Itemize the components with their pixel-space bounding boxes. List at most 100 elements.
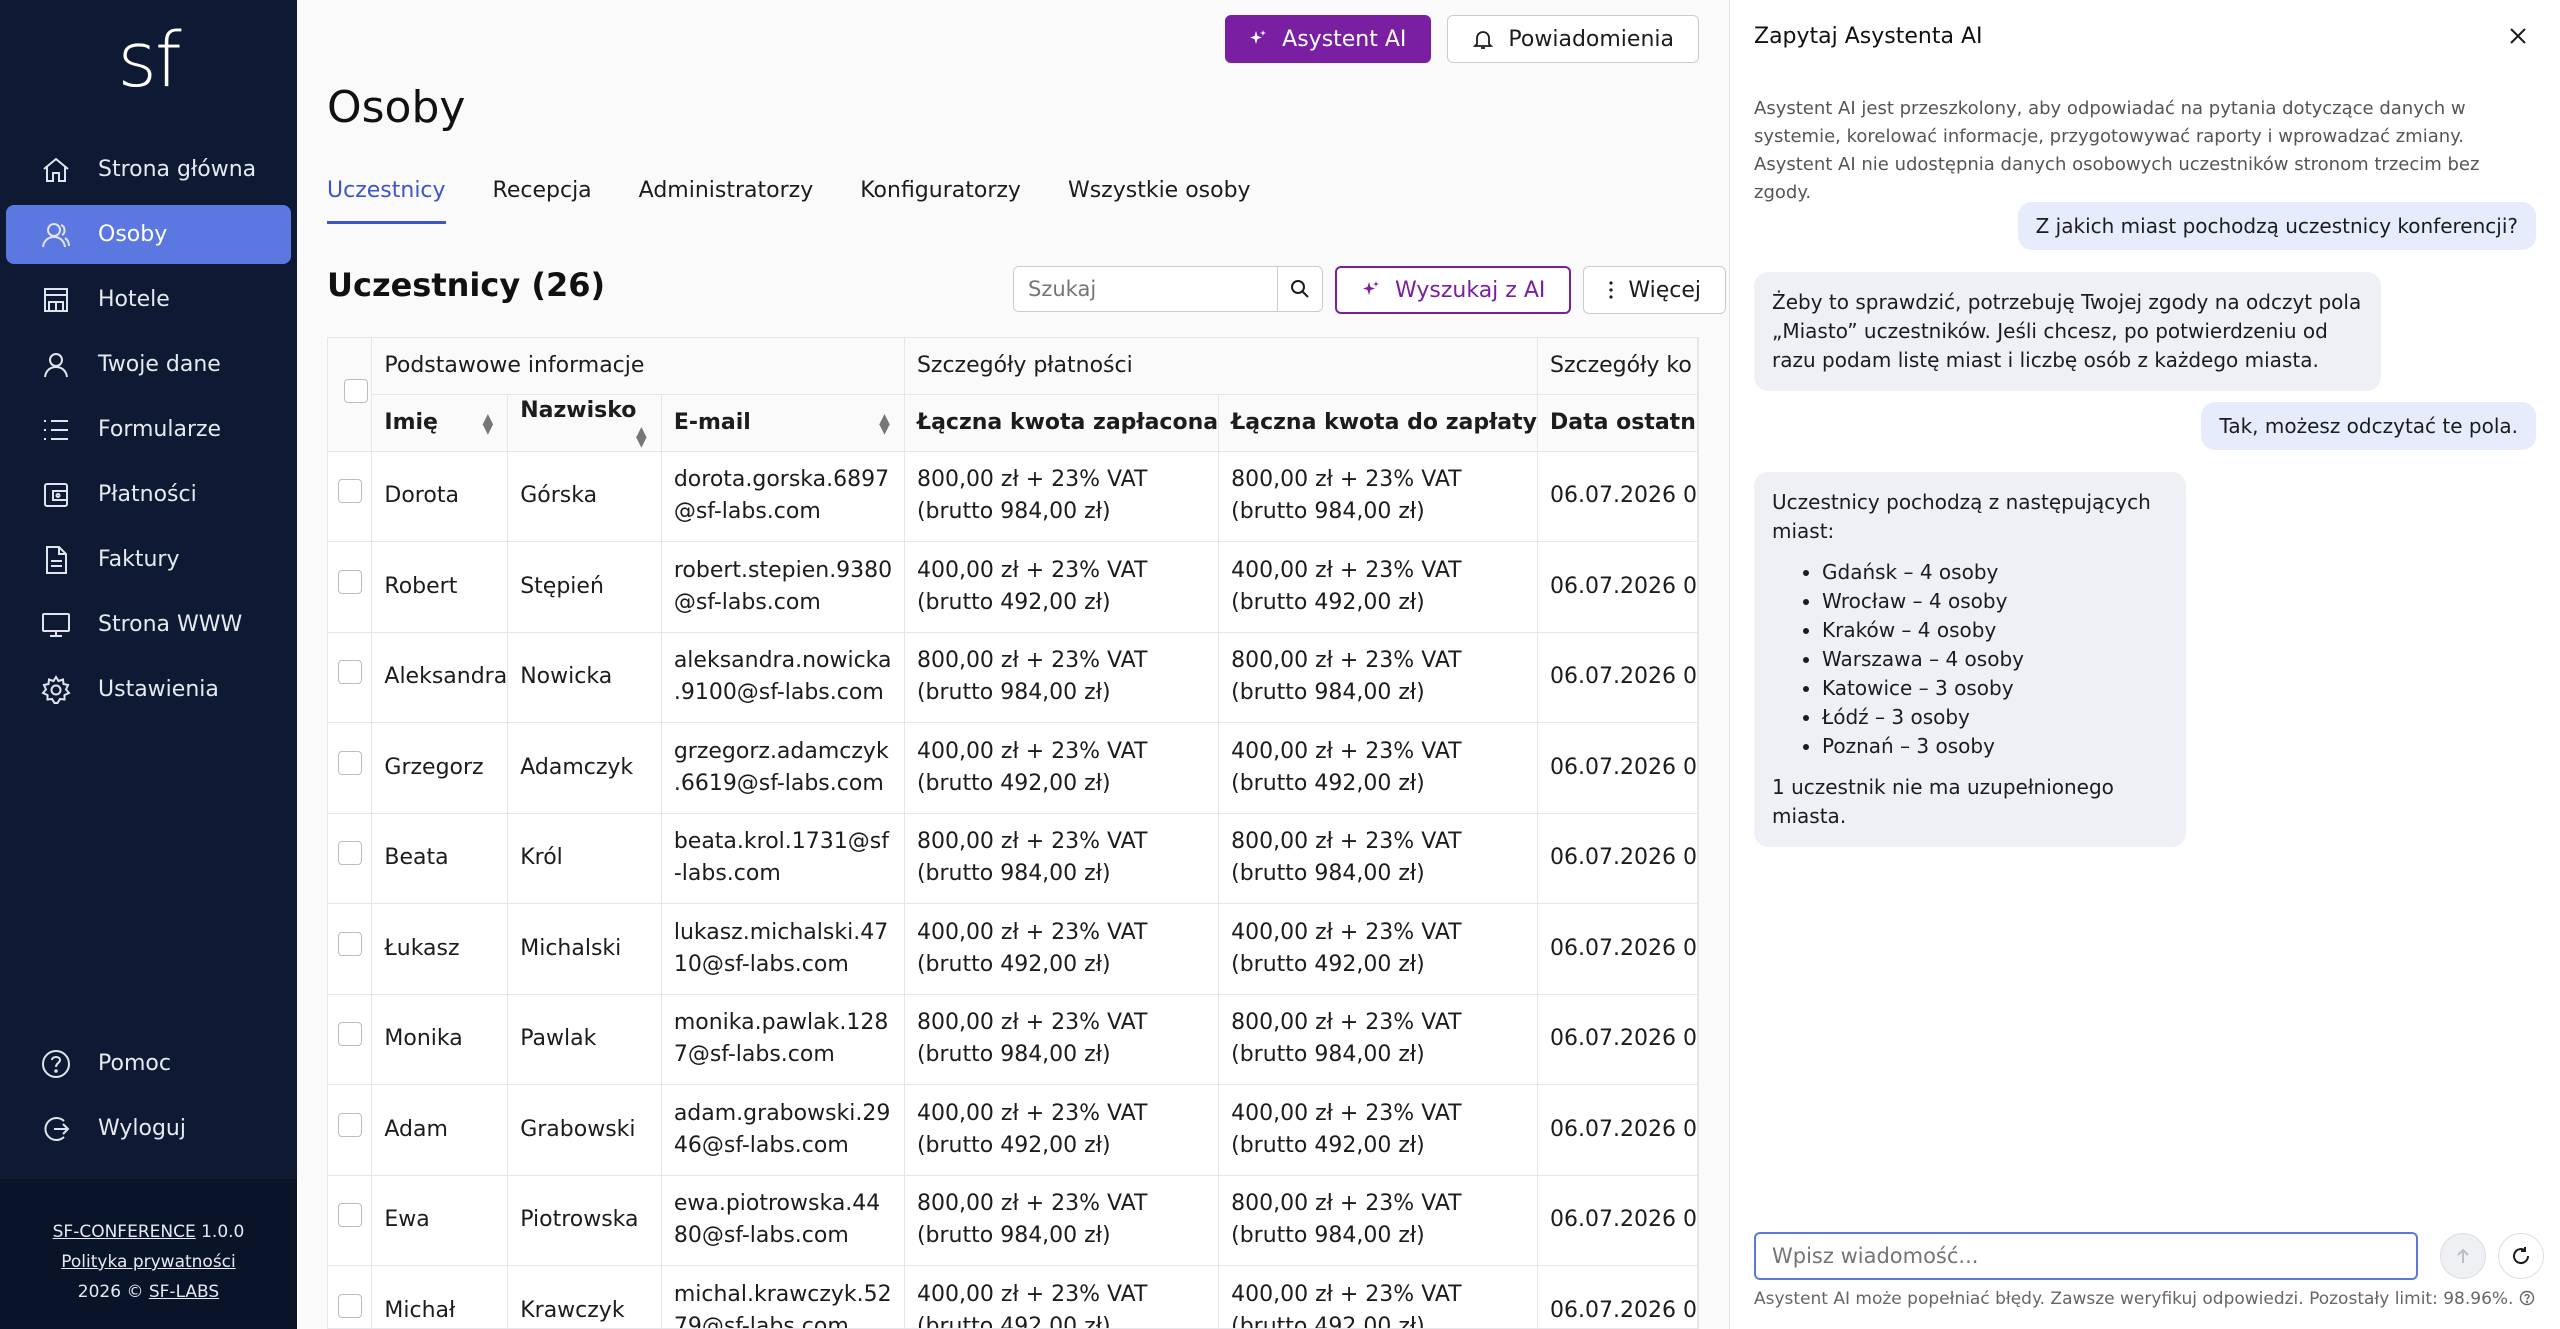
chat-message-input[interactable] [1754, 1232, 2418, 1280]
privacy-policy-link[interactable]: Polityka prywatności [61, 1252, 236, 1272]
help-icon [42, 1049, 70, 1078]
column-header-first-name[interactable]: Imię ▲ ▼ [371, 394, 509, 452]
cell-last-date: 06.07.2026 0 [1537, 994, 1698, 1085]
column-header-last-name[interactable]: Nazwisko ▲ ▼ [507, 394, 662, 452]
row-checkbox[interactable] [337, 569, 362, 594]
cell-last-date: 06.07.2026 0 [1537, 722, 1698, 814]
cell-total-due: 800,00 zł + 23% VAT (brutto 984,00 zł) [1218, 813, 1538, 904]
cell-email: ewa.piotrowska.4480@sf-labs.com [661, 1175, 905, 1266]
cell-total-due: 400,00 zł + 23% VAT (brutto 492,00 zł) [1218, 903, 1538, 995]
row-checkbox[interactable] [337, 931, 362, 956]
company-link[interactable]: SF-LABS [149, 1282, 219, 1302]
sidebar-item-hotels[interactable]: Hotele [6, 270, 291, 329]
cell-total-paid: 400,00 zł + 23% VAT (brutto 492,00 zł) [904, 1265, 1220, 1328]
sidebar-item-your-data[interactable]: Twoje dane [6, 335, 291, 394]
cell-last-name: Piotrowska [507, 1175, 662, 1266]
table-row[interactable]: Grzegorz Adamczyk grzegorz.adamczyk.6619@s… [328, 722, 1698, 814]
cell-last-name: Nowicka [507, 632, 662, 723]
sidebar-item-home[interactable]: Strona główna [6, 140, 291, 199]
cell-total-due: 400,00 zł + 23% VAT (brutto 492,00 zł) [1218, 722, 1538, 814]
sidebar-item-settings[interactable]: Ustawienia [6, 660, 291, 719]
section-title: Uczestnicy (26) [327, 266, 606, 304]
ai-search-button[interactable]: Wyszukaj z AI [1335, 266, 1572, 314]
table-row[interactable]: Monika Pawlak monika.pawlak.1287@sf-labs.c… [328, 994, 1698, 1085]
sidebar-item-label: Twoje dane [98, 352, 221, 377]
cell-email: michal.krawczyk.5279@sf-labs.com [661, 1265, 905, 1328]
row-checkbox-cell [328, 451, 373, 542]
row-checkbox[interactable] [337, 1112, 362, 1137]
table-row[interactable]: Beata Król beata.krol.1731@sf-labs.com 800,… [328, 813, 1698, 904]
app-logo[interactable]: sf [0, 22, 297, 98]
cell-total-due: 400,00 zł + 23% VAT (brutto 492,00 zł) [1218, 1265, 1538, 1328]
table-row[interactable]: Michał Krawczyk michal.krawczyk.5279@sf-la… [328, 1265, 1698, 1328]
sort-icon[interactable]: ▲ ▼ [482, 412, 493, 436]
notifications-button[interactable]: Powiadomienia [1447, 15, 1699, 63]
panel-description: Asystent AI jest przeszkolony, aby odpow… [1754, 98, 2480, 203]
sidebar-item-invoices[interactable]: Faktury [6, 530, 291, 589]
row-checkbox[interactable] [337, 1293, 362, 1318]
tab-reception[interactable]: Recepcja [493, 178, 592, 224]
cell-last-date: 06.07.2026 0 [1537, 541, 1698, 633]
row-checkbox[interactable] [337, 479, 362, 504]
cell-email: grzegorz.adamczyk.6619@sf-labs.com [661, 722, 905, 814]
table-row[interactable]: Ewa Piotrowska ewa.piotrowska.4480@sf-labs… [328, 1175, 1698, 1266]
row-checkbox-cell [328, 813, 373, 904]
search-button[interactable] [1277, 266, 1323, 312]
sidebar-item-logout[interactable]: Wyloguj [6, 1099, 291, 1158]
cell-total-due: 800,00 zł + 23% VAT (brutto 984,00 zł) [1218, 632, 1538, 723]
row-checkbox[interactable] [337, 660, 362, 685]
table-row[interactable]: Dorota Górska dorota.gorska.6897@sf-labs.c… [328, 451, 1698, 542]
sidebar-item-forms[interactable]: Formularze [6, 400, 291, 459]
monitor-icon [42, 612, 70, 637]
ai-assistant-button[interactable]: Asystent AI [1225, 15, 1432, 63]
reset-chat-button[interactable] [2498, 1233, 2544, 1279]
app-name-link[interactable]: SF-CONFERENCE [53, 1222, 196, 1242]
cell-total-paid: 400,00 zł + 23% VAT (brutto 492,00 zł) [904, 1084, 1220, 1176]
city-list-item: Katowice – 3 osoby [1822, 674, 2168, 703]
row-checkbox[interactable] [337, 1203, 362, 1228]
sidebar-item-label: Płatności [98, 482, 197, 507]
send-button[interactable] [2440, 1233, 2486, 1279]
sort-icon[interactable]: ▲ ▼ [879, 412, 890, 436]
sort-icon[interactable]: ▲ ▼ [636, 425, 647, 449]
cell-last-date: 06.07.2026 0 [1537, 1265, 1698, 1328]
participants-table-wrap[interactable]: Podstawowe informacje Szczegóły płatnośc… [327, 337, 1699, 1329]
user-message: Z jakich miast pochodzą uczestnicy konfe… [2017, 202, 2536, 250]
row-checkbox[interactable] [337, 750, 362, 775]
table-row[interactable]: Adam Grabowski adam.grabowski.2946@sf-labs… [328, 1084, 1698, 1176]
ai-message: Żeby to sprawdzić, potrzebuję Twojej zgo… [1754, 272, 2381, 391]
row-checkbox-cell [328, 1265, 373, 1328]
refresh-icon [2513, 1247, 2530, 1265]
table-row[interactable]: Aleksandra Nowicka aleksandra.nowicka.9100… [328, 632, 1698, 723]
table-row[interactable]: Robert Stępień robert.stepien.9380@sf-labs… [328, 541, 1698, 633]
select-all-checkbox[interactable] [343, 379, 368, 404]
cell-total-paid: 400,00 zł + 23% VAT (brutto 492,00 zł) [904, 541, 1220, 633]
search-input[interactable] [1013, 266, 1277, 312]
table-row[interactable]: Łukasz Michalski lukasz.michalski.4710@sf-… [328, 903, 1698, 995]
hotel-icon [44, 287, 68, 312]
row-checkbox[interactable] [337, 841, 362, 866]
cell-first-name: Beata [371, 813, 509, 904]
sidebar-item-help[interactable]: Pomoc [6, 1034, 291, 1093]
cell-total-due: 800,00 zł + 23% VAT (brutto 984,00 zł) [1218, 451, 1538, 542]
topbar: Asystent AI Powiadomienia [1225, 15, 1699, 63]
row-checkbox[interactable] [337, 1022, 362, 1047]
tab-participants[interactable]: Uczestnicy [327, 178, 446, 224]
wallet-icon [44, 482, 68, 507]
select-all-cell [328, 338, 373, 452]
help-icon[interactable] [2519, 1290, 2535, 1306]
close-icon[interactable] [2506, 24, 2530, 48]
people-icon [42, 222, 70, 247]
tab-all-people[interactable]: Wszystkie osoby [1068, 178, 1251, 224]
sidebar-item-people[interactable]: Osoby [6, 205, 291, 264]
cell-last-date: 06.07.2026 0 [1537, 903, 1698, 995]
column-header-total-due: Łączna kwota do zapłaty [1218, 394, 1538, 452]
sidebar-item-website[interactable]: Strona WWW [6, 595, 291, 654]
city-list-item: Kraków – 4 osoby [1822, 616, 2168, 645]
sidebar-item-payments[interactable]: Płatności [6, 465, 291, 524]
column-header-email[interactable]: E-mail ▲ ▼ [661, 394, 905, 452]
cell-email: adam.grabowski.2946@sf-labs.com [661, 1084, 905, 1176]
more-button[interactable]: Więcej [1583, 266, 1727, 314]
tab-configurators[interactable]: Konfiguratorzy [860, 178, 1021, 224]
tab-administrators[interactable]: Administratorzy [639, 178, 814, 224]
